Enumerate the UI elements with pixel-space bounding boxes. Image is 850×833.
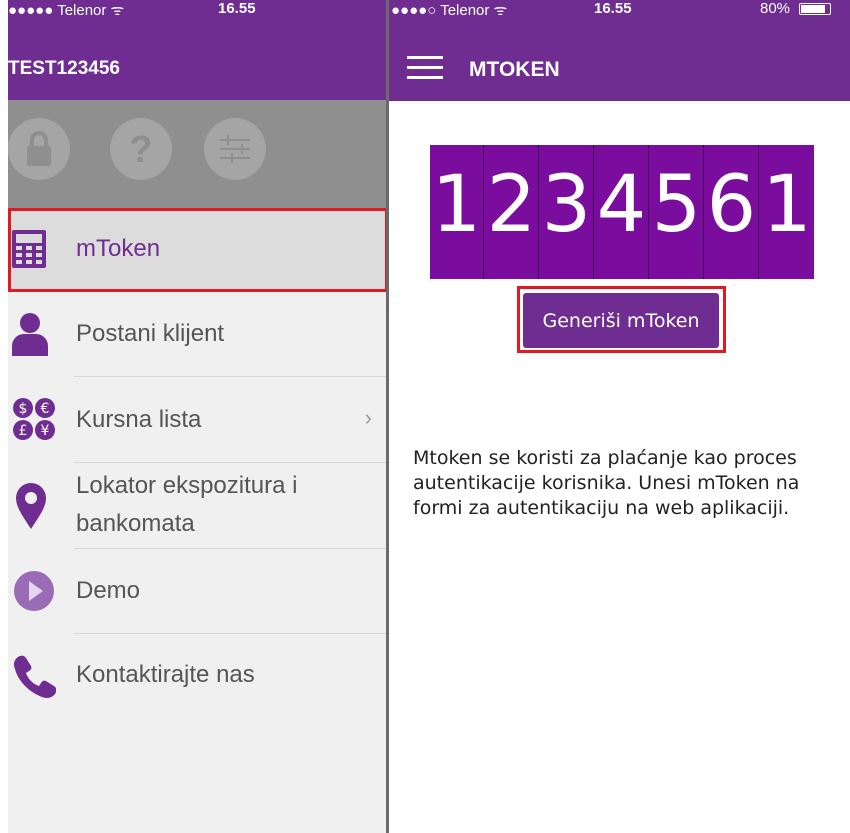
calculator-icon — [12, 230, 46, 273]
currency-icon: $ € £ ¥ — [12, 397, 56, 446]
settings-sliders-icon[interactable] — [204, 118, 266, 180]
token-digit: 6 — [705, 145, 759, 279]
svg-text:?: ? — [129, 129, 152, 171]
help-icon[interactable]: ? — [110, 118, 172, 180]
token-digit: 2 — [485, 145, 539, 279]
menu-item-label: mToken — [76, 235, 161, 262]
menu-item-lokator[interactable]: Lokator ekspozitura i bankomata — [8, 463, 388, 549]
battery-icon — [799, 3, 831, 15]
token-digit: 1 — [762, 160, 812, 250]
page-title: MTOKEN — [469, 58, 560, 81]
svg-text:¥: ¥ — [41, 423, 50, 439]
app-header: MTOKEN — [389, 18, 850, 101]
token-digit: 1 — [430, 145, 484, 279]
menu-item-label: Kursna lista — [76, 406, 202, 433]
status-bar: ●●●●● Telenor ᯤ 16.55 — [8, 0, 388, 19]
svg-text:$: $ — [19, 401, 28, 417]
phone-icon — [12, 654, 57, 703]
play-icon — [12, 569, 56, 618]
generate-button-highlight: Generiši mToken — [517, 286, 726, 353]
svg-text:£: £ — [19, 423, 28, 439]
menu-item-kursna-lista[interactable]: $ € £ ¥ Kursna lista › — [8, 377, 388, 463]
token-digit: 5 — [650, 145, 704, 279]
location-pin-icon — [16, 483, 46, 534]
menu-item-label-line1: Lokator ekspozitura i — [76, 472, 298, 499]
lock-icon[interactable] — [8, 118, 70, 180]
menu-icon[interactable] — [407, 56, 443, 80]
svg-text:€: € — [41, 401, 50, 417]
token-display: 1 2 3 4 5 6 1 — [430, 145, 814, 279]
account-title: TEST123456 — [8, 58, 120, 79]
menu-item-mtoken[interactable]: mToken — [8, 208, 388, 292]
menu-item-label: Postani klijent — [76, 320, 225, 347]
drawer-header: TEST123456 — [8, 18, 388, 100]
generate-mtoken-button[interactable]: Generiši mToken — [523, 293, 719, 348]
menu-item-postani-klijent[interactable]: Postani klijent — [8, 292, 388, 377]
description-text: Mtoken se koristi za plaćanje kao proces… — [413, 447, 800, 519]
menu-item-demo[interactable]: Demo — [8, 549, 388, 634]
mtoken-screen: ●●●●○ Telenor ᯤ 16.55 80% MTOKEN 1 2 3 4… — [389, 0, 850, 833]
clock: 16.55 — [594, 0, 632, 17]
carrier-label: ●●●●● Telenor ᯤ — [8, 2, 125, 19]
battery-percent: 80% — [760, 0, 791, 17]
status-bar: ●●●●○ Telenor ᯤ 16.55 80% — [389, 0, 850, 19]
person-icon — [12, 312, 48, 361]
drawer-screen: ●●●●● Telenor ᯤ 16.55 TEST123456 ? mToke… — [8, 0, 388, 833]
menu-item-label-line2: bankomata — [76, 510, 195, 537]
menu-item-label: Demo — [76, 577, 141, 604]
token-digit: 3 — [540, 145, 594, 279]
menu-item-kontakt[interactable]: Kontaktirajte nas — [8, 634, 388, 720]
clock: 16.55 — [218, 0, 256, 17]
token-digit: 4 — [595, 145, 649, 279]
quick-actions: ? — [8, 100, 388, 208]
menu-item-label: Kontaktirajte nas — [76, 661, 255, 688]
carrier-label: ●●●●○ Telenor ᯤ — [391, 2, 508, 19]
chevron-right-icon: › — [364, 405, 372, 430]
